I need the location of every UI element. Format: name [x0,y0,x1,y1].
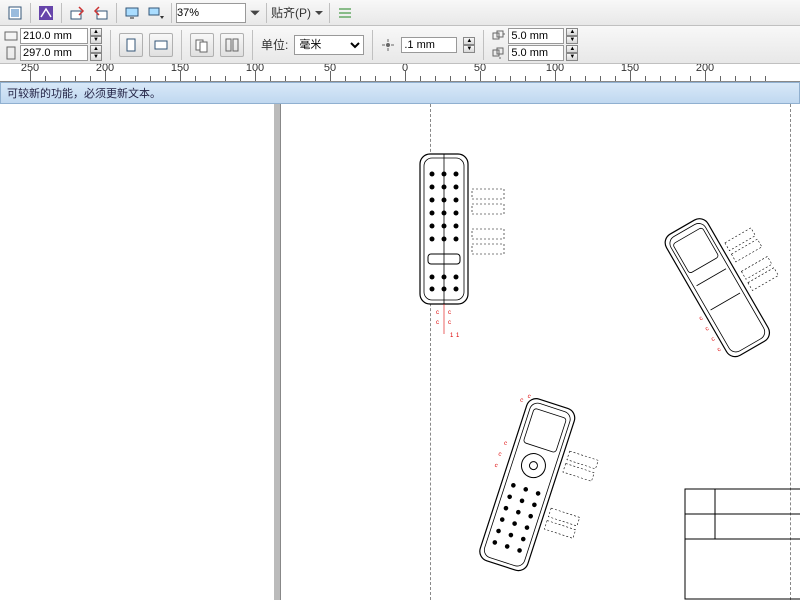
width-icon [4,29,18,43]
svg-text:c: c [436,320,439,326]
dup-y-input[interactable] [508,45,564,61]
units-select[interactable]: 毫米 [294,35,364,55]
dup-x-input[interactable] [508,28,564,44]
width-spinner[interactable]: ▲▼ [90,28,102,44]
duplicate-offset: ▲▼ ▲▼ [492,28,578,61]
options-icon[interactable] [334,3,356,23]
dup-x-icon [492,29,506,43]
screen-icon[interactable] [121,3,143,23]
drawing-object-table[interactable] [680,484,800,600]
svg-text:c: c [527,394,532,401]
drawing-object-remote-top[interactable]: cc cc 11 [400,149,540,349]
dup-y-icon [492,46,506,60]
svg-text:c: c [497,451,502,458]
zoom-input[interactable] [176,3,246,23]
drawing-object-remote-right[interactable]: cc cc [640,204,800,374]
svg-text:c: c [448,320,451,326]
height-spinner[interactable]: ▲▼ [90,45,102,61]
nudge-spinner[interactable]: ▲▼ [463,37,475,53]
height-icon [4,46,18,60]
snap-dropdown-icon[interactable] [313,3,325,23]
svg-text:c: c [704,326,710,333]
horizontal-ruler[interactable]: 25020015010050050100150200 [0,64,800,82]
property-bar: ▲▼ ▲▼ 单位: 毫米 ▲▼ ▲▼ ▲▼ [0,26,800,64]
drawing-canvas[interactable]: cc cc 11 cc cc [0,104,800,600]
svg-text:1: 1 [456,333,460,339]
separator [61,3,62,23]
separator [483,30,484,60]
separator [252,30,253,60]
snap-label[interactable]: 贴齐(P) [271,4,311,21]
tool-icon-1[interactable] [4,3,26,23]
units-label: 单位: [261,36,288,53]
purple-tool-icon[interactable] [35,3,57,23]
page-width-input[interactable] [20,28,88,44]
screen-dropdown-icon[interactable] [145,3,167,23]
svg-text:c: c [716,347,722,354]
separator [30,3,31,23]
svg-text:c: c [503,441,508,448]
separator [110,30,111,60]
info-bar: 可较新的功能，必须更新文本。 [0,82,800,104]
export-icon[interactable] [90,3,112,23]
info-message: 可较新的功能，必须更新文本。 [7,85,161,101]
layout-button[interactable] [220,33,244,57]
nudge-icon [381,38,395,52]
separator [266,3,267,23]
zoom-dropdown-icon[interactable] [248,3,262,23]
separator [329,3,330,23]
svg-text:c: c [710,336,716,343]
dup-y-spinner[interactable]: ▲▼ [566,45,578,61]
svg-text:c: c [519,397,524,404]
separator [181,30,182,60]
svg-text:1: 1 [450,333,454,339]
svg-text:c: c [698,316,704,323]
import-icon[interactable] [66,3,88,23]
separator [372,30,373,60]
drawing-object-remote-bottom[interactable]: cc cc c [440,384,640,600]
page-height-input[interactable] [20,45,88,61]
separator [171,3,172,23]
svg-text:c: c [436,310,439,316]
svg-text:c: c [448,310,451,316]
nudge-input[interactable] [401,37,457,53]
portrait-button[interactable] [119,33,143,57]
dup-x-spinner[interactable]: ▲▼ [566,28,578,44]
svg-text:c: c [494,463,499,470]
page-dimensions: ▲▼ ▲▼ [4,28,102,61]
landscape-button[interactable] [149,33,173,57]
separator [116,3,117,23]
pages-button[interactable] [190,33,214,57]
main-toolbar: 贴齐(P) [0,0,800,26]
